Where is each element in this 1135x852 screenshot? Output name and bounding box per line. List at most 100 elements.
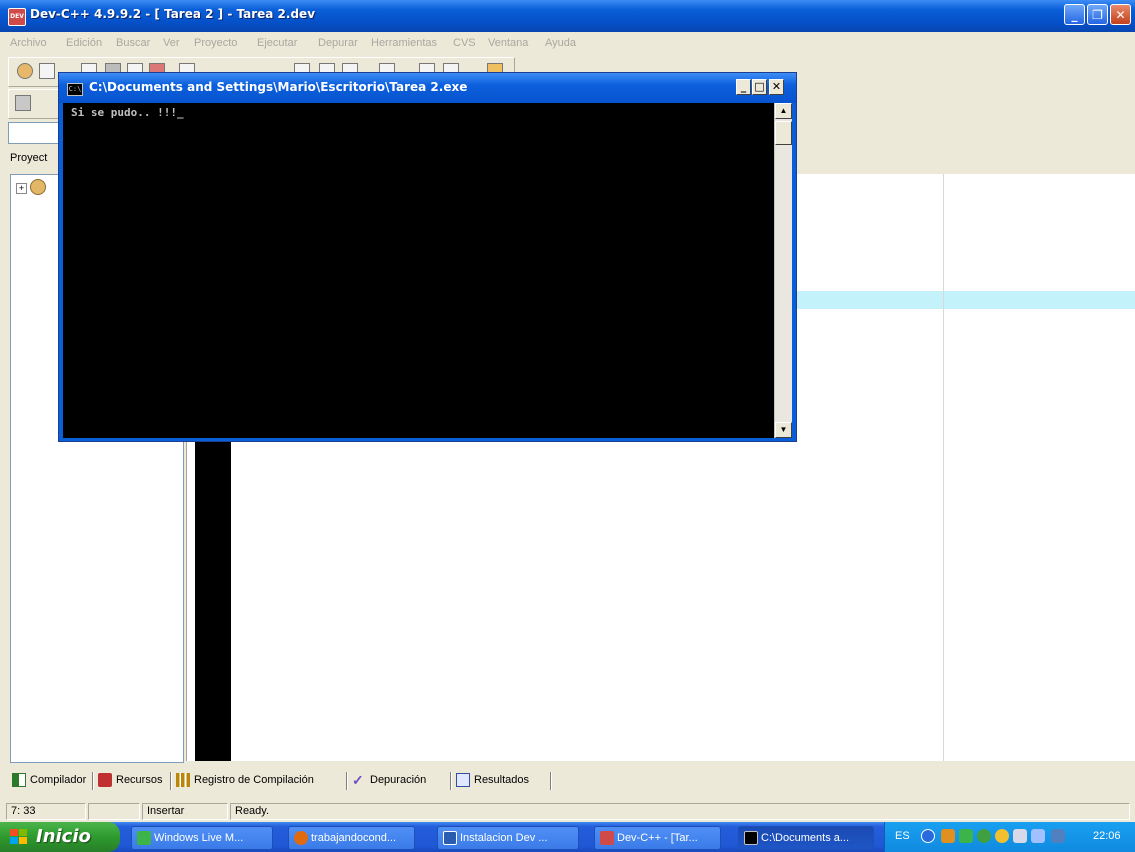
connection-icon[interactable] [1031, 829, 1045, 843]
console-cursor: _ [176, 106, 184, 119]
console-scrollbar[interactable]: ▲ ▼ [774, 103, 792, 438]
menu-archivo[interactable]: Archivo [10, 37, 47, 49]
cursor-position: 7: 33 [6, 803, 86, 820]
search-results-icon [456, 773, 470, 787]
project-tab-label: Proyect [10, 152, 48, 164]
menu-ayuda[interactable]: Ayuda [545, 37, 576, 49]
task-messenger-label: Windows Live M... [154, 832, 244, 844]
task-word-label: Instalacion Dev ... [460, 832, 548, 844]
word-icon [443, 831, 457, 845]
tab-depuracion-label: Depuración [370, 774, 427, 786]
checkmark-icon: ✓ [352, 772, 364, 788]
tab-registro-label: Registro de Compilación [194, 774, 314, 786]
windows-logo-icon [10, 829, 28, 845]
close-button[interactable]: ✕ [1110, 4, 1131, 25]
resources-icon [98, 773, 112, 787]
project-icon[interactable] [17, 63, 33, 79]
clock: 22:06 [1093, 830, 1121, 842]
status-bar: 7: 33 Insertar Ready. [0, 801, 1135, 822]
restore-button[interactable]: ❐ [1087, 4, 1108, 25]
task-messenger[interactable]: Windows Live M... [131, 826, 273, 850]
network-icon[interactable] [977, 829, 991, 843]
console-output-area[interactable]: Si se pudo.. !!!_ [63, 103, 774, 438]
volume-icon[interactable] [1013, 829, 1027, 843]
grid-icon[interactable] [15, 95, 31, 111]
console-title: C:\Documents and Settings\Mario\Escritor… [89, 80, 468, 94]
window-title: Dev-C++ 4.9.9.2 - [ Tarea 2 ] - Tarea 2.… [30, 7, 316, 21]
display-icon[interactable] [1051, 829, 1065, 843]
new-file-icon[interactable] [39, 63, 55, 79]
minimize-button[interactable]: _ [1064, 4, 1085, 25]
task-console-label: C:\Documents a... [761, 832, 850, 844]
messenger-tray-icon[interactable] [959, 829, 973, 843]
console-window[interactable]: C:\ C:\Documents and Settings\Mario\Escr… [58, 72, 797, 442]
scroll-down-icon[interactable]: ▼ [775, 422, 792, 438]
class-combo[interactable] [8, 122, 63, 144]
log-chart-icon [176, 773, 190, 787]
menu-cvs[interactable]: CVS [453, 37, 476, 49]
console-title-bar[interactable]: C:\ C:\Documents and Settings\Mario\Escr… [59, 73, 796, 103]
main-title-bar[interactable]: DEV Dev-C++ 4.9.9.2 - [ Tarea 2 ] - Tare… [0, 0, 1135, 32]
tab-resultados[interactable]: Resultados [456, 773, 529, 787]
compiler-icon [12, 773, 26, 787]
expand-icon[interactable]: + [16, 183, 27, 194]
tab-resultados-label: Resultados [474, 774, 530, 786]
secondary-toolbar [8, 89, 65, 119]
console-icon: C:\ [67, 83, 83, 96]
scroll-up-icon[interactable]: ▲ [775, 103, 792, 119]
console-output: Si se pudo.. !!!_ [71, 106, 184, 119]
task-console[interactable]: C:\Documents a... [738, 826, 874, 850]
tab-separator [92, 772, 94, 790]
menu-ver[interactable]: Ver [163, 37, 180, 49]
system-tray: ES 22:06 [884, 822, 1135, 852]
tab-depuracion[interactable]: ✓ Depuración [352, 773, 426, 787]
insert-mode: Insertar [142, 803, 228, 820]
editor-gutter [195, 440, 231, 761]
console-close-button[interactable]: ✕ [769, 79, 784, 95]
tab-compilador[interactable]: Compilador [12, 773, 86, 787]
menu-ejecutar[interactable]: Ejecutar [257, 37, 297, 49]
tab-recursos-label: Recursos [116, 774, 163, 786]
tab-separator [170, 772, 172, 790]
scroll-thumb[interactable] [775, 121, 792, 145]
start-button[interactable]: Inicio [0, 822, 120, 852]
console-maximize-button[interactable]: □ [752, 79, 767, 95]
project-tab[interactable]: Proyect [8, 148, 60, 168]
tab-compilador-label: Compilador [30, 774, 87, 786]
menu-proyecto[interactable]: Proyecto [194, 37, 237, 49]
console-icon [744, 831, 758, 845]
current-line-highlight [795, 291, 1135, 309]
start-label: Inicio [36, 826, 91, 847]
status-empty-pane [88, 803, 140, 820]
menu-edicion[interactable]: Edición [66, 37, 102, 49]
menu-depurar[interactable]: Depurar [318, 37, 358, 49]
task-devcpp-label: Dev-C++ - [Tar... [617, 832, 698, 844]
tab-separator [346, 772, 348, 790]
task-firefox-label: trabajandocond... [311, 832, 397, 844]
task-firefox[interactable]: trabajandocond... [288, 826, 415, 850]
language-indicator[interactable]: ES [895, 830, 910, 842]
tray-app-icon[interactable] [941, 829, 955, 843]
show-hidden-icons-icon[interactable] [921, 829, 935, 843]
bottom-tabs: Compilador Recursos Registro de Compilac… [0, 766, 1135, 796]
tab-registro[interactable]: Registro de Compilación [176, 773, 314, 787]
messenger-icon [137, 831, 151, 845]
right-margin-line [943, 174, 944, 761]
menu-ventana[interactable]: Ventana [488, 37, 528, 49]
menu-buscar[interactable]: Buscar [116, 37, 150, 49]
status-message: Ready. [230, 803, 1130, 820]
firefox-icon [294, 831, 308, 845]
security-shield-icon[interactable] [995, 829, 1009, 843]
console-minimize-button[interactable]: _ [736, 79, 751, 95]
task-devcpp[interactable]: Dev-C++ - [Tar... [594, 826, 721, 850]
project-node-icon [30, 179, 46, 195]
devcpp-icon [600, 831, 614, 845]
task-word[interactable]: Instalacion Dev ... [437, 826, 579, 850]
tab-recursos[interactable]: Recursos [98, 773, 162, 787]
tab-separator [550, 772, 552, 790]
menu-herramientas[interactable]: Herramientas [371, 37, 437, 49]
devcpp-icon: DEV [8, 8, 26, 26]
menu-bar: Archivo Edición Buscar Ver Proyecto Ejec… [0, 32, 1135, 56]
tab-separator [450, 772, 452, 790]
console-output-text: Si se pudo.. !!! [71, 106, 177, 119]
